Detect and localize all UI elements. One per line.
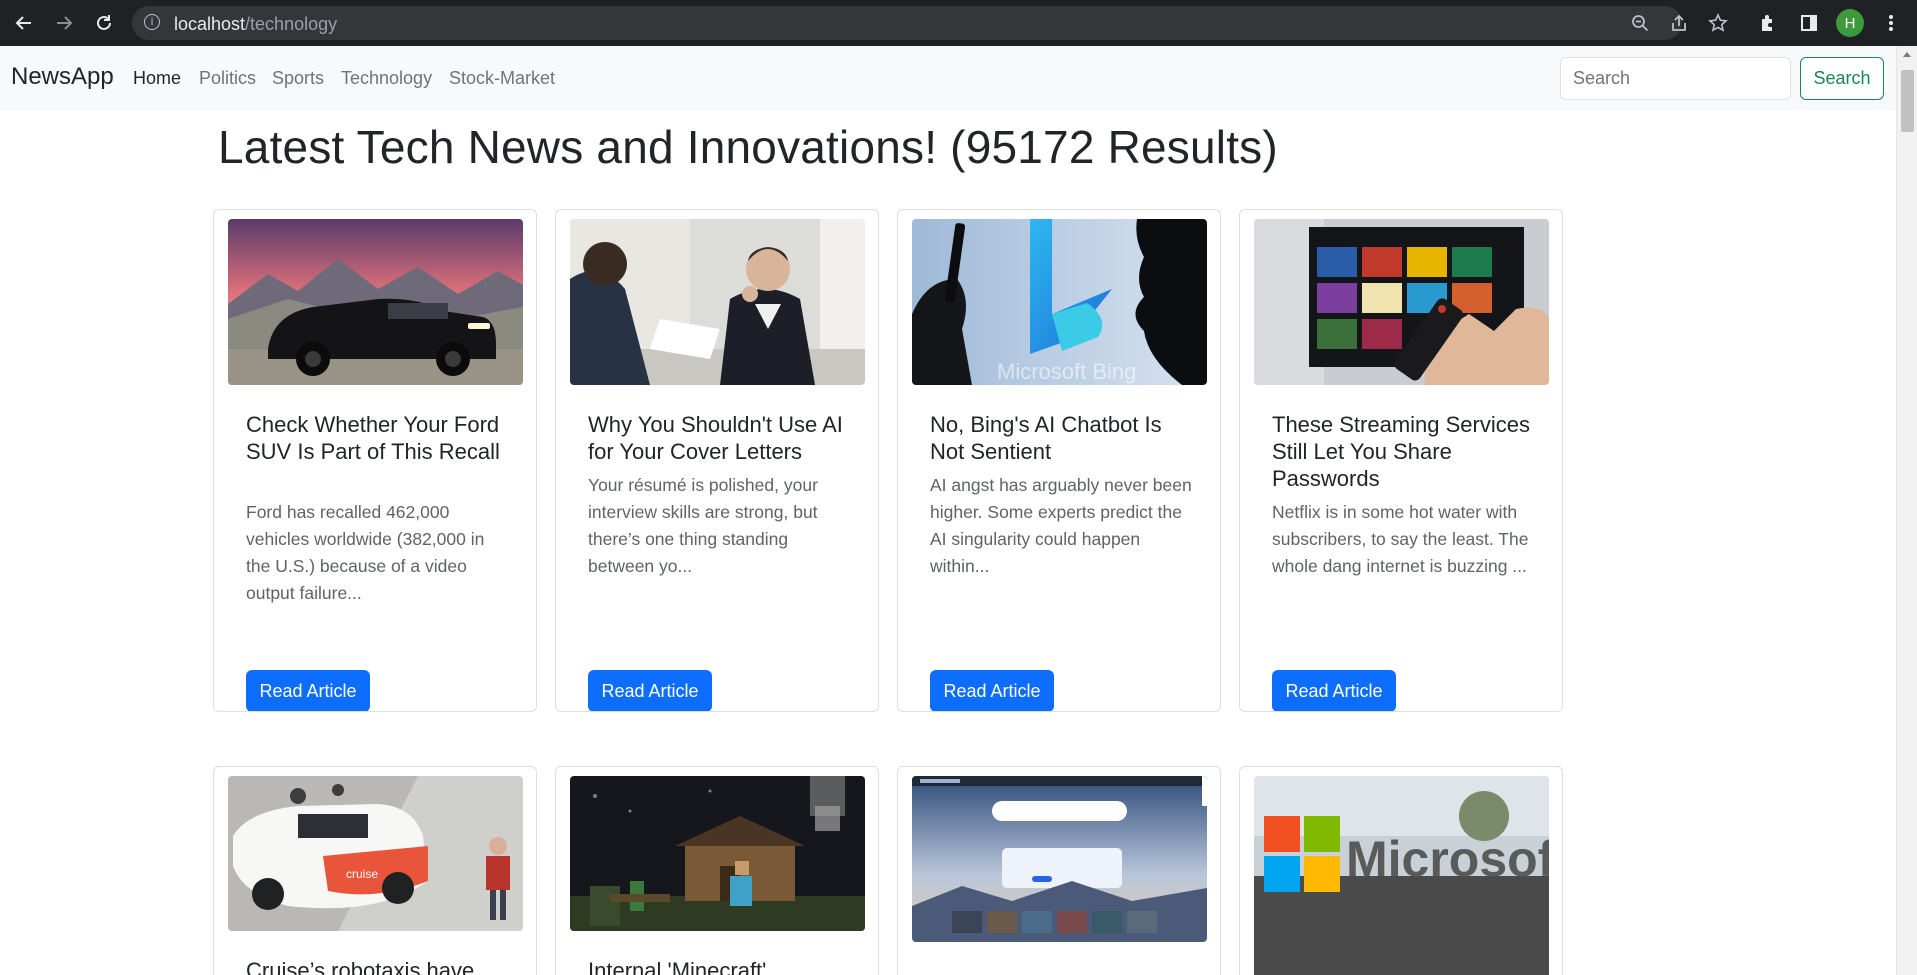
nav-sports[interactable]: Sports bbox=[272, 68, 324, 89]
page-title: Latest Tech News and Innovations! (95172… bbox=[218, 121, 1278, 173]
article-title: Why You Shouldn't Use AI for Your Cover … bbox=[588, 412, 843, 464]
brand-logo[interactable]: NewsApp bbox=[11, 63, 114, 91]
image-caption: cruise bbox=[346, 867, 378, 881]
forward-icon[interactable] bbox=[50, 9, 78, 37]
article-image: Microsoft bbox=[1254, 776, 1549, 975]
reload-icon[interactable] bbox=[90, 9, 118, 37]
scroll-up-arrow-icon[interactable] bbox=[1903, 52, 1911, 57]
article-card: Microsoft bbox=[1239, 766, 1563, 975]
site-info-icon[interactable]: i bbox=[144, 14, 160, 30]
article-card bbox=[897, 766, 1221, 975]
browser-toolbar: i localhost/technology H bbox=[0, 0, 1917, 46]
article-card: These Streaming Services Still Let You S… bbox=[1239, 209, 1563, 712]
nav-politics[interactable]: Politics bbox=[199, 68, 256, 89]
search-button[interactable]: Search bbox=[1800, 57, 1884, 100]
read-article-button[interactable]: Read Article bbox=[930, 670, 1054, 711]
article-title: No, Bing's AI Chatbot Is Not Sentient bbox=[930, 412, 1162, 464]
article-description: Netflix is in some hot water with subscr… bbox=[1272, 502, 1529, 576]
article-image bbox=[912, 776, 1207, 942]
article-title: Check Whether Your Ford SUV Is Part of T… bbox=[246, 412, 500, 464]
zoom-icon[interactable] bbox=[1628, 11, 1652, 35]
url-text: localhost/technology bbox=[174, 14, 338, 34]
search-input[interactable] bbox=[1560, 57, 1791, 100]
site-navbar: NewsApp Home Politics Sports Technology … bbox=[0, 46, 1896, 110]
back-icon[interactable] bbox=[10, 9, 38, 37]
read-article-button[interactable]: Read Article bbox=[246, 670, 370, 711]
bookmark-star-icon[interactable] bbox=[1706, 11, 1730, 35]
article-description: AI angst has arguably never been higher.… bbox=[930, 475, 1192, 576]
read-article-button[interactable]: Read Article bbox=[588, 670, 712, 711]
article-image bbox=[570, 776, 865, 931]
article-card: Internal 'Minecraft' bbox=[555, 766, 879, 975]
address-bar[interactable]: i localhost/technology bbox=[132, 6, 1728, 40]
profile-avatar[interactable]: H bbox=[1836, 9, 1864, 37]
article-card: Why You Shouldn't Use AI for Your Cover … bbox=[555, 209, 879, 712]
page-scrollbar[interactable] bbox=[1896, 46, 1917, 975]
article-image bbox=[1254, 219, 1549, 385]
article-description: Your résumé is polished, your interview … bbox=[588, 475, 818, 576]
share-icon[interactable] bbox=[1667, 11, 1691, 35]
side-panel-icon[interactable] bbox=[1795, 9, 1823, 37]
article-title: These Streaming Services Still Let You S… bbox=[1272, 412, 1530, 491]
article-image: Microsoft Bing bbox=[912, 219, 1207, 385]
menu-kebab-icon[interactable] bbox=[1877, 9, 1905, 37]
article-card: Check Whether Your Ford SUV Is Part of T… bbox=[213, 209, 537, 712]
article-title: Cruise’s robotaxis have bbox=[246, 958, 475, 975]
article-title: Internal 'Minecraft' bbox=[588, 958, 767, 975]
article-image bbox=[228, 219, 523, 385]
article-card: Microsoft Bing No, Bing's AI Chatbot Is … bbox=[897, 209, 1221, 712]
nav-technology[interactable]: Technology bbox=[341, 68, 432, 89]
extensions-icon[interactable] bbox=[1754, 9, 1782, 37]
image-caption: Microsoft bbox=[1346, 831, 1549, 887]
nav-home[interactable]: Home bbox=[133, 68, 181, 89]
article-image bbox=[570, 219, 865, 385]
article-image: cruise bbox=[228, 776, 523, 931]
article-description: Ford has recalled 462,000 vehicles world… bbox=[246, 502, 485, 603]
article-card: cruise Cruise’s robotaxis have bbox=[213, 766, 537, 975]
read-article-button[interactable]: Read Article bbox=[1272, 670, 1396, 711]
scroll-thumb[interactable] bbox=[1901, 70, 1914, 132]
nav-stock-market[interactable]: Stock-Market bbox=[449, 68, 555, 89]
image-caption: Microsoft Bing bbox=[997, 359, 1136, 384]
